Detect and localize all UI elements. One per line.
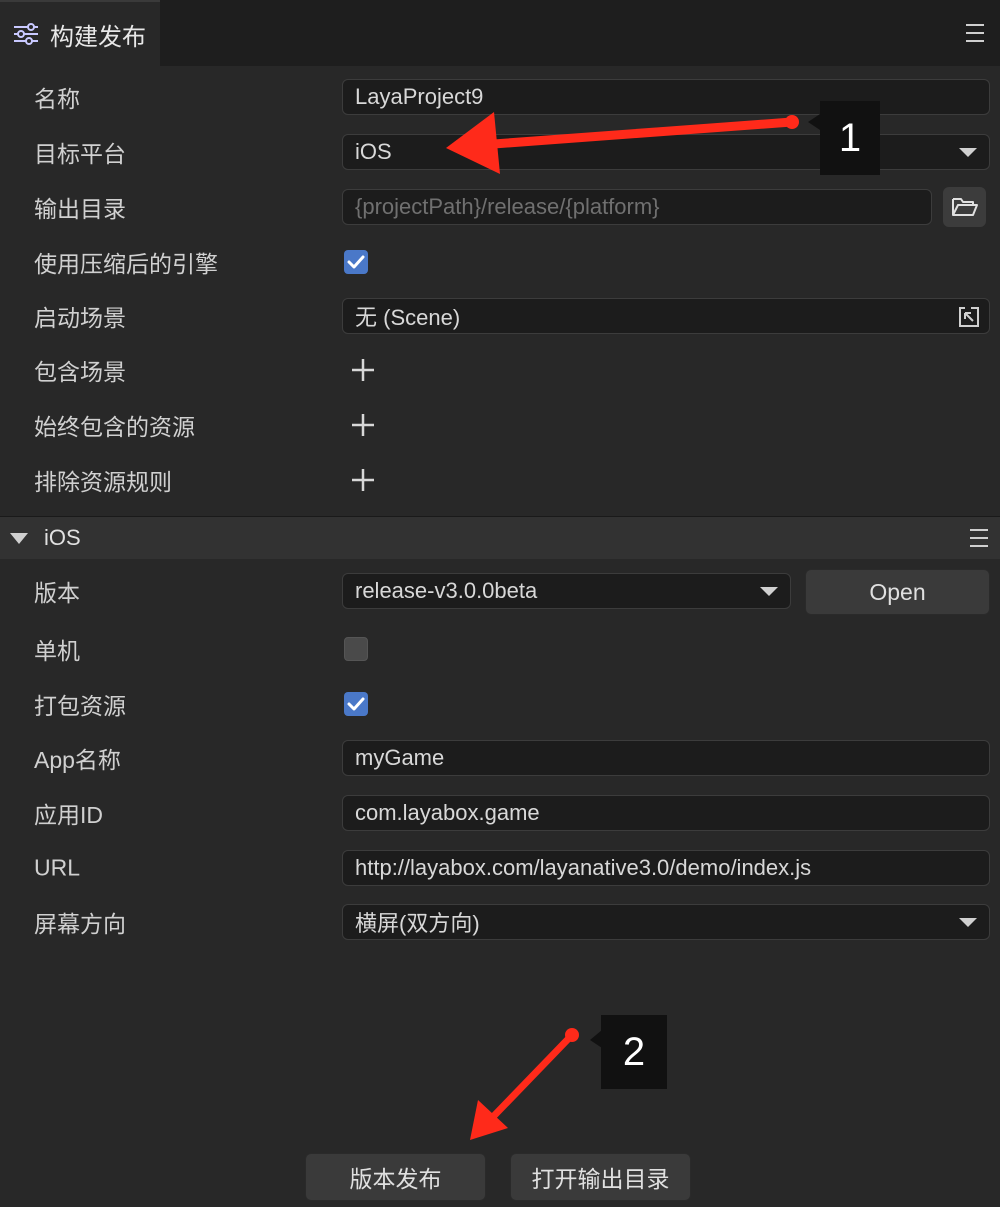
- url-input[interactable]: http://layabox.com/layanative3.0/demo/in…: [342, 850, 990, 886]
- open-output-dir-button[interactable]: 打开输出目录: [510, 1153, 691, 1201]
- start-scene-label: 启动场景: [34, 305, 126, 331]
- name-input[interactable]: LayaProject9: [342, 79, 990, 115]
- row-pack-resources: 打包资源: [0, 677, 1000, 731]
- annotation-badge-2: 2: [601, 1015, 667, 1089]
- platform-select[interactable]: iOS: [342, 134, 990, 170]
- chevron-down-icon: [959, 148, 977, 157]
- annotation-badge-1: 1: [820, 101, 880, 175]
- checkmark-icon: [347, 255, 365, 269]
- section-menu-icon[interactable]: [970, 529, 988, 547]
- row-url: URL http://layabox.com/layanative3.0/dem…: [0, 841, 1000, 895]
- panel-menu-icon[interactable]: [966, 24, 984, 42]
- row-always-include: 始终包含的资源: [0, 398, 1000, 452]
- exclude-rules-label: 排除资源规则: [34, 469, 172, 495]
- checkmark-icon: [347, 697, 365, 711]
- chevron-down-icon: [760, 587, 778, 596]
- row-orientation: 屏幕方向 横屏(双方向): [0, 895, 1000, 949]
- row-version: 版本 release-v3.0.0beta Open: [0, 564, 1000, 618]
- output-dir-label: 输出目录: [34, 196, 126, 222]
- tab-build-publish[interactable]: 构建发布: [0, 0, 160, 66]
- standalone-checkbox[interactable]: [344, 637, 368, 661]
- row-start-scene: 启动场景 无 (Scene): [0, 289, 1000, 343]
- row-output-dir: 输出目录 {projectPath}/release/{platform}: [0, 180, 1000, 234]
- browse-folder-button[interactable]: [943, 187, 986, 227]
- pack-resources-label: 打包资源: [34, 693, 126, 719]
- row-app-id: 应用ID com.layabox.game: [0, 786, 1000, 840]
- always-include-label: 始终包含的资源: [34, 414, 195, 440]
- pick-object-icon[interactable]: [957, 305, 981, 329]
- row-compressed-engine: 使用压缩后的引擎: [0, 235, 1000, 289]
- tab-title: 构建发布: [50, 23, 146, 51]
- start-scene-input[interactable]: 无 (Scene): [342, 298, 990, 334]
- title-bar: 构建发布: [0, 0, 1000, 66]
- ios-section-header[interactable]: iOS: [0, 516, 1000, 559]
- standalone-label: 单机: [34, 638, 80, 664]
- annotation-arrow-2: [470, 1028, 579, 1140]
- app-id-label: 应用ID: [34, 802, 103, 828]
- settings-sliders-icon: [14, 23, 38, 45]
- pack-resources-checkbox[interactable]: [344, 692, 368, 716]
- add-resource-plus-icon[interactable]: [350, 412, 376, 438]
- ios-section-title: iOS: [44, 525, 81, 550]
- add-exclude-rule-plus-icon[interactable]: [350, 467, 376, 493]
- row-standalone: 单机: [0, 622, 1000, 676]
- collapse-caret-icon[interactable]: [10, 533, 28, 544]
- orientation-label: 屏幕方向: [34, 911, 126, 937]
- version-select[interactable]: release-v3.0.0beta: [342, 573, 791, 609]
- name-label: 名称: [34, 86, 80, 112]
- platform-label: 目标平台: [34, 141, 126, 167]
- compressed-engine-label: 使用压缩后的引擎: [34, 251, 218, 277]
- output-dir-input[interactable]: {projectPath}/release/{platform}: [342, 189, 932, 225]
- chevron-down-icon: [959, 918, 977, 927]
- add-scene-plus-icon[interactable]: [350, 357, 376, 383]
- folder-open-icon: [951, 198, 978, 216]
- compressed-engine-checkbox[interactable]: [344, 250, 368, 274]
- url-label: URL: [34, 854, 81, 881]
- orientation-select[interactable]: 横屏(双方向): [342, 904, 990, 940]
- version-label: 版本: [34, 580, 80, 606]
- row-include-scenes: 包含场景: [0, 343, 1000, 397]
- app-name-input[interactable]: myGame: [342, 740, 990, 776]
- publish-button[interactable]: 版本发布: [305, 1153, 486, 1201]
- include-scenes-label: 包含场景: [34, 359, 126, 385]
- app-id-input[interactable]: com.layabox.game: [342, 795, 990, 831]
- open-button[interactable]: Open: [805, 569, 990, 615]
- row-app-name: App名称 myGame: [0, 731, 1000, 785]
- app-name-label: App名称: [34, 747, 121, 773]
- row-exclude-rules: 排除资源规则: [0, 453, 1000, 507]
